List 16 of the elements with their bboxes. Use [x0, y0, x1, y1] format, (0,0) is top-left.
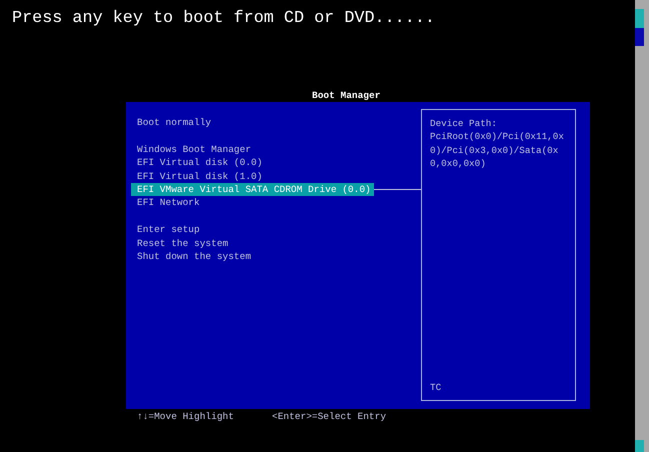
key-hint: ↑↓=Move Highlight: [137, 410, 235, 424]
device-path-text: PciRoot(0x0)/Pci(0x11,0x0)/Pci(0x3,0x0)/Sata(0x0,0x0,0x0): [430, 130, 564, 171]
key-hint: <Enter>=Select Entry: [272, 410, 388, 424]
boot-menu-item[interactable]: EFI Virtual disk (0.0): [131, 156, 266, 170]
boot-menu-item[interactable]: EFI Virtual disk (1.0): [131, 170, 266, 184]
boot-menu-item[interactable]: EFI Network: [131, 196, 203, 210]
boot-manager-title: Boot Manager: [312, 90, 380, 102]
boot-menu-item[interactable]: Shut down the system: [131, 250, 254, 264]
boot-menu-item[interactable]: Windows Boot Manager: [131, 142, 254, 156]
help-heading: Device Path:: [430, 117, 498, 130]
boot-menu-item[interactable]: Boot normally: [131, 116, 214, 130]
help-footer-text: TC: [430, 380, 442, 394]
boot-prompt-text: Press any key to boot from CD or DVD......: [12, 9, 436, 29]
leader-line: [374, 189, 421, 190]
boot-menu-item[interactable]: Enter setup: [131, 223, 203, 237]
boot-menu-item[interactable]: Reset the system: [131, 236, 232, 250]
